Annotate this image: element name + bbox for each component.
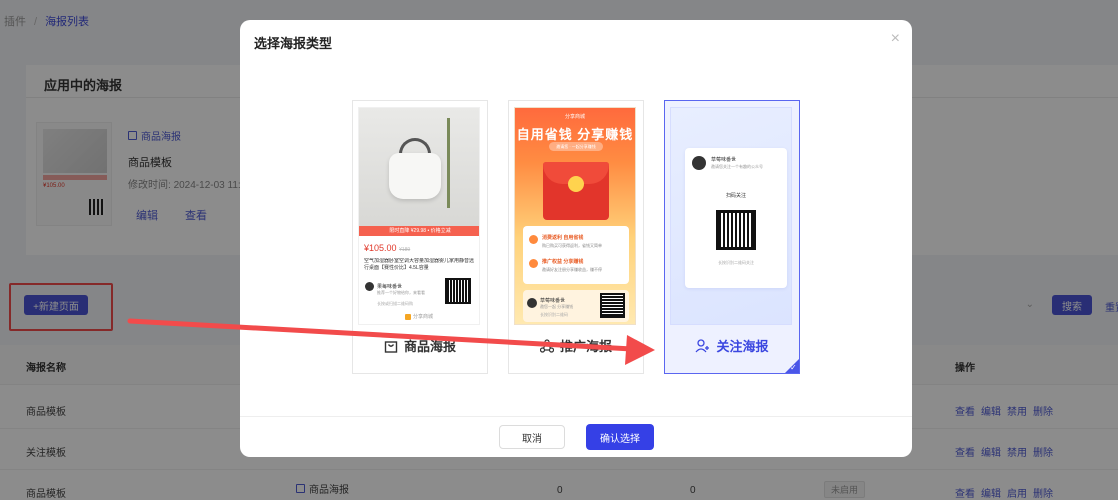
follow-card: 草莓味番世 邀请您关注一个有趣的公众号 扫码关注 长按识别二维码关注 [685, 148, 787, 288]
brand-name: 分享商城 [412, 314, 433, 320]
promo-bar: 限时直降 ¥29.98 • 价格立减 [359, 226, 479, 236]
share-icon [539, 338, 554, 353]
option-label-text: 商品海报 [403, 339, 456, 354]
option-promotion-poster[interactable]: 分享商城 自用省钱 分享赚钱 邀请您 · 一起分享赚钱 消费返利 自用省钱购已购… [508, 100, 644, 374]
option-label-text: 推广海报 [559, 339, 612, 354]
brand-line: 分享商城 [359, 313, 479, 320]
coin-icon [529, 235, 538, 244]
option-follow-poster[interactable]: 草莓味番世 邀请您关注一个有趣的公众号 扫码关注 长按识别二维码关注 关注海报 … [664, 100, 800, 374]
user-name: 草莓味番世 [711, 157, 737, 163]
orig-price: ¥189 [399, 247, 411, 253]
card-title: 扫码关注 [725, 193, 746, 199]
benefit-text: 消费返利 自用省钱购已购买可获得返利，省钱又简单 [542, 234, 602, 249]
promoter-footer: 草莓味番世 邀您一起 分享赚钱 长按识别二维码 [523, 290, 629, 322]
slogan-sub: 邀请您 · 一起分享赚钱 [549, 142, 603, 151]
product-poster-preview: 限时直降 ¥29.98 • 价格立减 ¥105.00 ¥189 空气加湿器卧室空… [358, 107, 480, 325]
slogan: 自用省钱 分享赚钱 [516, 127, 634, 142]
option-product-poster[interactable]: 限时直降 ¥29.98 • 价格立减 ¥105.00 ¥189 空气加湿器卧室空… [352, 100, 488, 374]
promotion-poster-preview: 分享商城 自用省钱 分享赚钱 邀请您 · 一起分享赚钱 消费返利 自用省钱购已购… [514, 107, 636, 325]
check-icon: ✓ [790, 363, 797, 372]
plant-stem-shape [447, 118, 450, 208]
option-label-text: 关注海报 [716, 339, 769, 354]
qr-code-icon [445, 278, 471, 304]
user-plus-icon [695, 338, 710, 352]
qr-note: 长按或扫描二维码购 [377, 301, 413, 306]
benefit-text: 推广权益 分享赚钱邀请好友注册分享赚收益，赚不停 [542, 258, 602, 273]
qr-code-icon [600, 293, 625, 318]
user-subtitle: 推荐一个好物给你，来看看 [377, 290, 425, 295]
benefit-desc: 购已购买可获得返利，省钱又简单 [542, 243, 602, 248]
benefit-title: 消费返利 自用省钱 [542, 235, 584, 241]
benefit-desc: 邀请好友注册分享赚收益，赚不停 [542, 267, 602, 272]
avatar [527, 298, 537, 308]
user-subtitle: 邀您一起 分享赚钱 [540, 304, 574, 309]
cancel-button[interactable]: 取消 [499, 425, 565, 449]
close-icon[interactable]: × [891, 31, 900, 47]
bag-icon [384, 340, 398, 353]
confirm-button[interactable]: 确认选择 [586, 424, 654, 450]
qr-code-icon [716, 210, 756, 250]
share-coin-icon [529, 259, 538, 268]
product-name: 空气加湿器卧室空调大容量加湿器婴儿家用静音远行桌面【赛性价比】4.5L容量 [364, 258, 475, 271]
user-subtitle: 邀请您关注一个有趣的公众号 [711, 164, 763, 169]
user-name: 果每味番世 [377, 284, 403, 290]
shop-icon [404, 313, 411, 320]
benefit-item: 推广权益 分享赚钱邀请好友注册分享赚收益，赚不停 [529, 258, 602, 273]
avatar [365, 282, 374, 291]
select-poster-type-modal: 选择海报类型 × 限时直降 ¥29.98 • 价格立减 ¥105.00 ¥189… [240, 20, 912, 457]
footer-divider [240, 416, 912, 417]
benefit-panel: 消费返利 自用省钱购已购买可获得返利，省钱又简单 推广权益 分享赚钱邀请好友注册… [523, 226, 629, 284]
follow-poster-preview: 草莓味番世 邀请您关注一个有趣的公众号 扫码关注 长按识别二维码关注 [670, 107, 792, 325]
price-value: ¥105.00 [364, 243, 397, 253]
user-name: 草莓味番世 [540, 298, 566, 304]
qr-note: 长按识别二维码 [540, 312, 568, 317]
brand-name: 分享商城 [564, 114, 585, 120]
option-label: 商品海报 [353, 336, 487, 355]
modal-title: 选择海报类型 [254, 36, 333, 51]
option-label: 关注海报 [665, 336, 799, 355]
selected-corner-badge: ✓ [785, 359, 799, 373]
red-envelope-seal [568, 176, 584, 192]
qr-note: 长按识别二维码关注 [718, 260, 754, 265]
avatar [692, 156, 706, 170]
benefit-item: 消费返利 自用省钱购已购买可获得返利，省钱又简单 [529, 234, 602, 249]
option-label: 推广海报 [509, 336, 643, 355]
preview-price: ¥105.00 ¥189 [364, 243, 410, 253]
benefit-title: 推广权益 分享赚钱 [542, 259, 584, 265]
kettle-shape [389, 153, 441, 199]
